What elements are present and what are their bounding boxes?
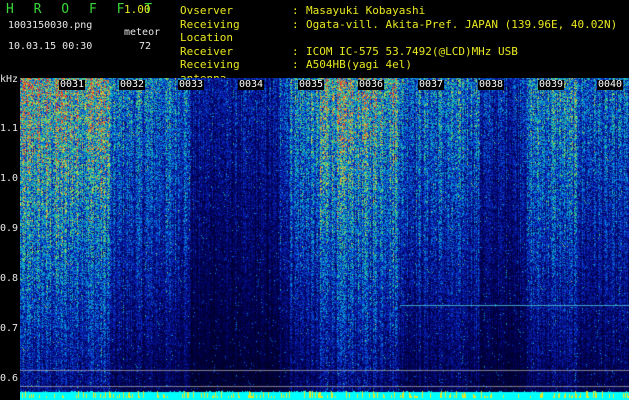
x-tick-label: 0040 bbox=[597, 79, 624, 90]
spectrogram-canvas bbox=[20, 78, 629, 400]
info-value: ICOM IC-575 53.7492(@LCD)MHz USB bbox=[306, 44, 518, 58]
x-tick-label: 0036 bbox=[358, 79, 385, 90]
x-tick-label: 0033 bbox=[178, 79, 205, 90]
x-tick-label: 0039 bbox=[538, 79, 565, 90]
station-info-row: Receiving Location : Ogata-vill. Akita-P… bbox=[180, 18, 617, 45]
info-separator: : bbox=[292, 17, 299, 31]
y-axis-unit: kHz bbox=[0, 74, 19, 85]
app-version: 1.00 bbox=[124, 3, 151, 16]
info-value: Ogata-vill. Akita-Pref. JAPAN (139.96E, … bbox=[306, 17, 618, 31]
info-separator: : bbox=[292, 44, 299, 58]
x-tick-label: 0035 bbox=[298, 79, 325, 90]
x-tick-label: 0038 bbox=[478, 79, 505, 90]
y-tick-label: 0.6 bbox=[0, 373, 19, 384]
y-tick-label: 0.9 bbox=[0, 223, 19, 234]
info-key: Receiving Location bbox=[180, 17, 240, 45]
x-tick-label: 0031 bbox=[59, 79, 86, 90]
image-filename: 1003150030.png bbox=[8, 20, 93, 31]
meteor-label: meteor bbox=[124, 27, 161, 38]
info-value: Masayuki Kobayashi bbox=[306, 4, 426, 17]
x-tick-label: 0034 bbox=[238, 79, 265, 90]
x-tick-label: 0032 bbox=[119, 79, 146, 90]
info-separator: : bbox=[292, 4, 299, 17]
y-tick-label: 0.7 bbox=[0, 323, 19, 334]
info-key: Ovserver bbox=[180, 4, 233, 17]
station-info: Ovserver : Masayuki Kobayashi Receiving … bbox=[180, 4, 617, 85]
y-tick-label: 1.1 bbox=[0, 123, 19, 134]
y-tick-label: 0.8 bbox=[0, 273, 19, 284]
x-tick-label: 0037 bbox=[418, 79, 445, 90]
observation-datetime: 10.03.15 00:30 bbox=[8, 41, 93, 52]
y-tick-label: 1.0 bbox=[0, 173, 19, 184]
info-key: Receiver bbox=[180, 44, 233, 58]
station-info-row: Receiver : ICOM IC-575 53.7492(@LCD)MHz … bbox=[180, 45, 617, 59]
meteor-count: 72 bbox=[139, 41, 152, 52]
station-info-row: Ovserver : Masayuki Kobayashi bbox=[180, 4, 617, 18]
